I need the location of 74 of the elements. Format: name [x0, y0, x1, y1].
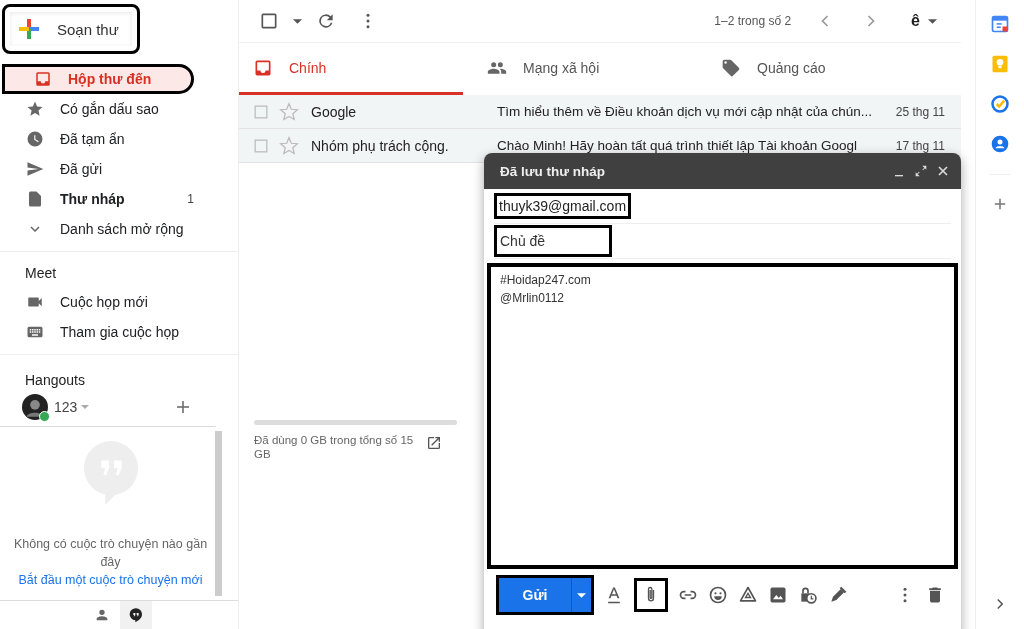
inbox-icon: [34, 70, 52, 88]
nav-item[interactable]: Danh sách mở rộng: [0, 214, 224, 244]
nav-label: Đã tạm ẩn: [60, 131, 126, 147]
section-title: Meet: [24, 264, 58, 283]
refresh-icon[interactable]: [316, 11, 336, 31]
add-icon[interactable]: [174, 398, 192, 416]
nav-label: Thư nháp: [60, 191, 126, 207]
category-tab[interactable]: Mạng xã hội: [473, 43, 707, 95]
caret-icon: [577, 592, 586, 598]
expand-icon[interactable]: [913, 163, 929, 179]
empty-message: Không có cuộc trò chuyện nào gần đây: [12, 536, 209, 571]
message-body-field[interactable]: #Hoidap247.com @Mrlin0112: [487, 263, 958, 569]
emoji-icon[interactable]: [708, 585, 728, 605]
body-text-line: @Mrlin0112: [500, 290, 565, 307]
nav-label: Có gắn dấu sao: [60, 101, 160, 117]
nav-label: Đã gửi: [60, 161, 104, 177]
category-tab[interactable]: Quảng cáo: [707, 43, 941, 95]
start-chat-link[interactable]: Bắt đầu một cuộc trò chuyện mới: [18, 573, 203, 587]
nav-label: Cuộc họp mới: [60, 294, 149, 310]
nav-item[interactable]: Cuộc họp mới: [0, 287, 224, 317]
caret-icon: [928, 18, 937, 24]
email-date: 25 thg 11: [894, 104, 946, 119]
triangle-icon[interactable]: [738, 585, 758, 605]
tag-icon: [721, 57, 741, 78]
pen-icon[interactable]: [828, 585, 848, 605]
section-title: Hangouts: [24, 371, 86, 390]
nav-item[interactable]: Thư nháp 1: [0, 184, 224, 214]
nav-item[interactable]: Có gắn dấu sao: [0, 94, 224, 124]
send-options-button[interactable]: [571, 578, 591, 612]
nav-label: Hộp thư đến: [68, 71, 153, 87]
unread-count: 1: [187, 192, 194, 206]
storage-text: Đã dùng 0 GB trong tổng số 15 GB: [254, 433, 414, 461]
send-icon: [26, 160, 44, 178]
send-button[interactable]: Gửi: [499, 578, 571, 612]
external-link-icon[interactable]: [426, 435, 442, 451]
body-text-line: #Hoidap247.com: [500, 272, 592, 289]
email-row[interactable]: Google Tìm hiểu thêm về Điều khoản dịch vụ mới cập nhật của chún... 25 thg 11: [239, 95, 961, 129]
nav-item[interactable]: Hộp thư đến: [2, 64, 194, 94]
nav-item[interactable]: Tham gia cuộc họp: [0, 317, 224, 347]
scrollbar[interactable]: [215, 431, 222, 596]
image-icon[interactable]: [768, 585, 788, 605]
email-subject: Chào Minh! Hãy hoàn tất quá trình thiết lập Tài khoản Googl: [497, 138, 858, 153]
subject-field[interactable]: Chủ đề: [494, 225, 612, 257]
nav-label: Tham gia cuộc họp: [60, 324, 181, 340]
star-icon[interactable]: [279, 135, 299, 156]
star-icon[interactable]: [279, 101, 299, 122]
avatar-icon: [22, 394, 48, 420]
user-name[interactable]: 123: [54, 399, 78, 415]
attach-button[interactable]: [634, 578, 668, 612]
compose-title: Đã lưu thư nháp: [500, 163, 607, 179]
nav-label: Danh sách mở rộng: [60, 221, 185, 237]
sender-name: Nhóm phụ trách cộng.: [311, 137, 450, 154]
page-range: 1–2 trong số 2: [714, 14, 792, 28]
input-tools-button[interactable]: ê: [905, 11, 943, 31]
clock-icon: [26, 130, 44, 148]
compose-button[interactable]: Soạn thư: [2, 4, 140, 54]
email-date: 17 thg 11: [894, 138, 946, 153]
person-icon: [94, 607, 110, 623]
plus-icon: [17, 17, 41, 41]
calendar-icon[interactable]: [990, 14, 1010, 34]
caret-icon[interactable]: [293, 18, 302, 24]
contacts-icon[interactable]: [990, 134, 1010, 154]
email-subject: Tìm hiểu thêm về Điều khoản dịch vụ mới cập nhật của chún...: [497, 104, 874, 119]
hangouts-tab[interactable]: [120, 601, 152, 629]
nav-item[interactable]: Đã tạm ẩn: [0, 124, 224, 154]
lock-clock-icon[interactable]: [798, 585, 818, 605]
file-icon: [26, 190, 44, 208]
checkbox-icon[interactable]: [259, 11, 279, 31]
tasks-icon[interactable]: [990, 94, 1010, 114]
sender-name: Google: [311, 103, 358, 120]
recipient-field[interactable]: thuyk39@gmail.com: [494, 193, 632, 219]
star-icon: [26, 100, 44, 118]
nav-item[interactable]: Đã gửi: [0, 154, 224, 184]
chat-bubble-icon: [128, 607, 144, 623]
